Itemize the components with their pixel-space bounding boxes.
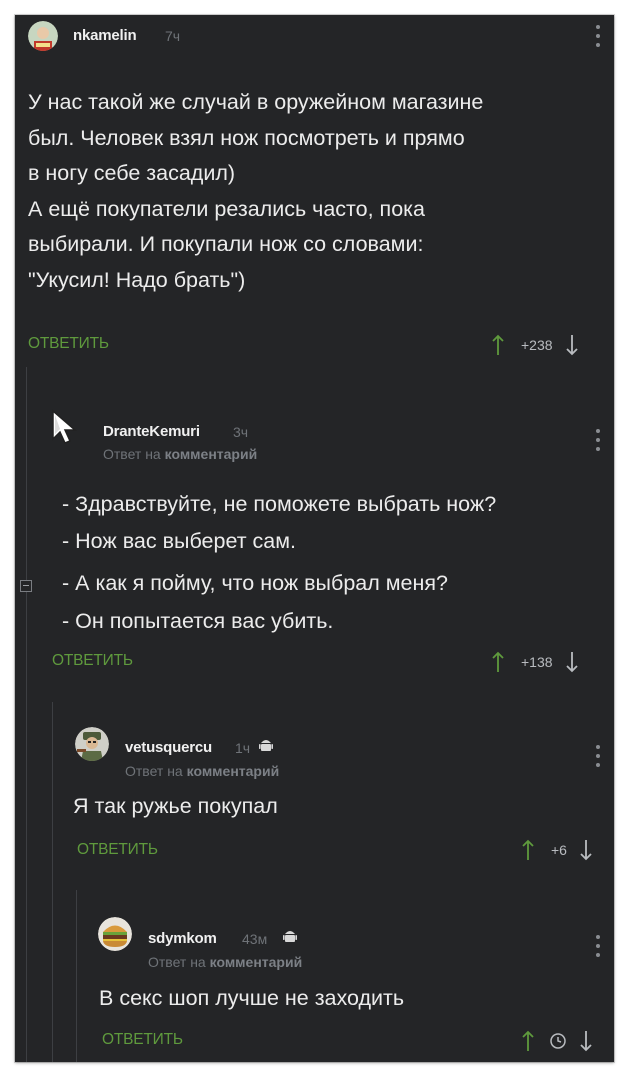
comment-line: - Нож вас выберет сам. xyxy=(62,529,296,553)
comment-line: "Укусил! Надо брать") xyxy=(28,267,246,292)
downvote-arrow-icon[interactable] xyxy=(579,1030,593,1052)
cursor-avatar-icon[interactable] xyxy=(49,409,85,445)
more-options-icon[interactable] xyxy=(595,25,601,47)
downvote-arrow-icon[interactable] xyxy=(579,839,593,861)
comment: nkamelin 7ч У нас такой же случай в оруж… xyxy=(15,15,614,367)
comment-time: 7ч xyxy=(165,28,181,44)
clock-icon xyxy=(550,1033,566,1049)
reply-to-label: Ответ на комментарий xyxy=(103,446,257,462)
comment-username[interactable]: nkamelin xyxy=(73,27,137,44)
comment-line: А ещё покупатели резались часто, пока xyxy=(28,196,425,221)
more-options-icon[interactable] xyxy=(595,429,601,451)
reply-to-prefix: Ответ на xyxy=(103,446,161,462)
comment-score: +6 xyxy=(551,842,567,858)
reply-button[interactable]: ОТВЕТИТЬ xyxy=(102,1031,183,1049)
comment-line: В секс шоп лучше не заходить xyxy=(99,986,405,1010)
android-icon xyxy=(283,931,297,942)
rating-controls: +238 xyxy=(491,333,579,357)
rating-controls: +138 xyxy=(491,650,579,674)
upvote-arrow-icon[interactable] xyxy=(491,334,505,356)
comment-line: - Здравствуйте, не поможете выбрать нож? xyxy=(62,492,497,516)
comment-time: 3ч xyxy=(233,424,249,440)
comment: vetusquercu 1ч Ответ на комментарий Я та… xyxy=(53,715,614,875)
reply-button[interactable]: ОТВЕТИТЬ xyxy=(52,652,133,670)
upvote-arrow-icon[interactable] xyxy=(521,839,535,861)
comments-thread: nkamelin 7ч У нас такой же случай в оруж… xyxy=(15,15,614,1062)
comment-line: - Он попытается вас убить. xyxy=(62,609,334,633)
reply-to-link[interactable]: комментарий xyxy=(165,446,258,462)
soldier-avatar-icon[interactable] xyxy=(75,727,109,761)
user-avatar-icon[interactable] xyxy=(28,21,58,51)
comment-line: Я так ружье покупал xyxy=(73,794,278,818)
rating-controls: +6 xyxy=(521,838,593,862)
reply-button[interactable]: ОТВЕТИТЬ xyxy=(77,841,158,859)
comment-body: Я так ружье покупал xyxy=(73,789,278,825)
comment-score: +238 xyxy=(521,337,553,353)
android-icon xyxy=(259,740,273,751)
comment-time: 43м xyxy=(242,931,268,947)
upvote-arrow-icon[interactable] xyxy=(491,651,505,673)
upvote-arrow-icon[interactable] xyxy=(521,1030,535,1052)
comment-line: - А как я пойму, что нож выбрал меня? xyxy=(62,571,448,595)
comment-body: В секс шоп лучше не заходить xyxy=(99,981,404,1017)
comment-body: У нас такой же случай в оружейном магази… xyxy=(28,85,483,298)
downvote-arrow-icon[interactable] xyxy=(565,334,579,356)
comment: sdymkom 43м Ответ на комментарий В секс … xyxy=(77,905,614,1062)
reply-to-prefix: Ответ на xyxy=(125,763,183,779)
comment-line: был. Человек взял нож посмотреть и прямо xyxy=(28,125,465,150)
comment-line: У нас такой же случай в оружейном магази… xyxy=(28,90,484,114)
more-options-icon[interactable] xyxy=(595,935,601,957)
burger-avatar-icon[interactable] xyxy=(98,917,132,951)
reply-to-link[interactable]: комментарий xyxy=(210,954,303,970)
comment-username[interactable]: vetusquercu xyxy=(125,739,212,756)
downvote-arrow-icon[interactable] xyxy=(565,651,579,673)
reply-to-prefix: Ответ на xyxy=(148,954,206,970)
comment: DranteKemuri 3ч Ответ на комментарий - З… xyxy=(27,395,614,695)
comment-score: +138 xyxy=(521,654,553,670)
comment-line: выбирали. И покупали нож со словами: xyxy=(28,232,424,256)
comment-time: 1ч xyxy=(235,740,251,756)
reply-to-label: Ответ на комментарий xyxy=(125,763,279,779)
comment-line: в ногу себе засадил) xyxy=(28,161,236,185)
rating-controls xyxy=(521,1029,593,1053)
reply-button[interactable]: ОТВЕТИТЬ xyxy=(28,335,109,353)
comment-username[interactable]: sdymkom xyxy=(148,930,217,947)
more-options-icon[interactable] xyxy=(595,745,601,767)
comment-username[interactable]: DranteKemuri xyxy=(103,423,200,440)
reply-to-link[interactable]: комментарий xyxy=(187,763,280,779)
comment-body: - Здравствуйте, не поможете выбрать нож?… xyxy=(62,486,496,639)
reply-to-label: Ответ на комментарий xyxy=(148,954,302,970)
